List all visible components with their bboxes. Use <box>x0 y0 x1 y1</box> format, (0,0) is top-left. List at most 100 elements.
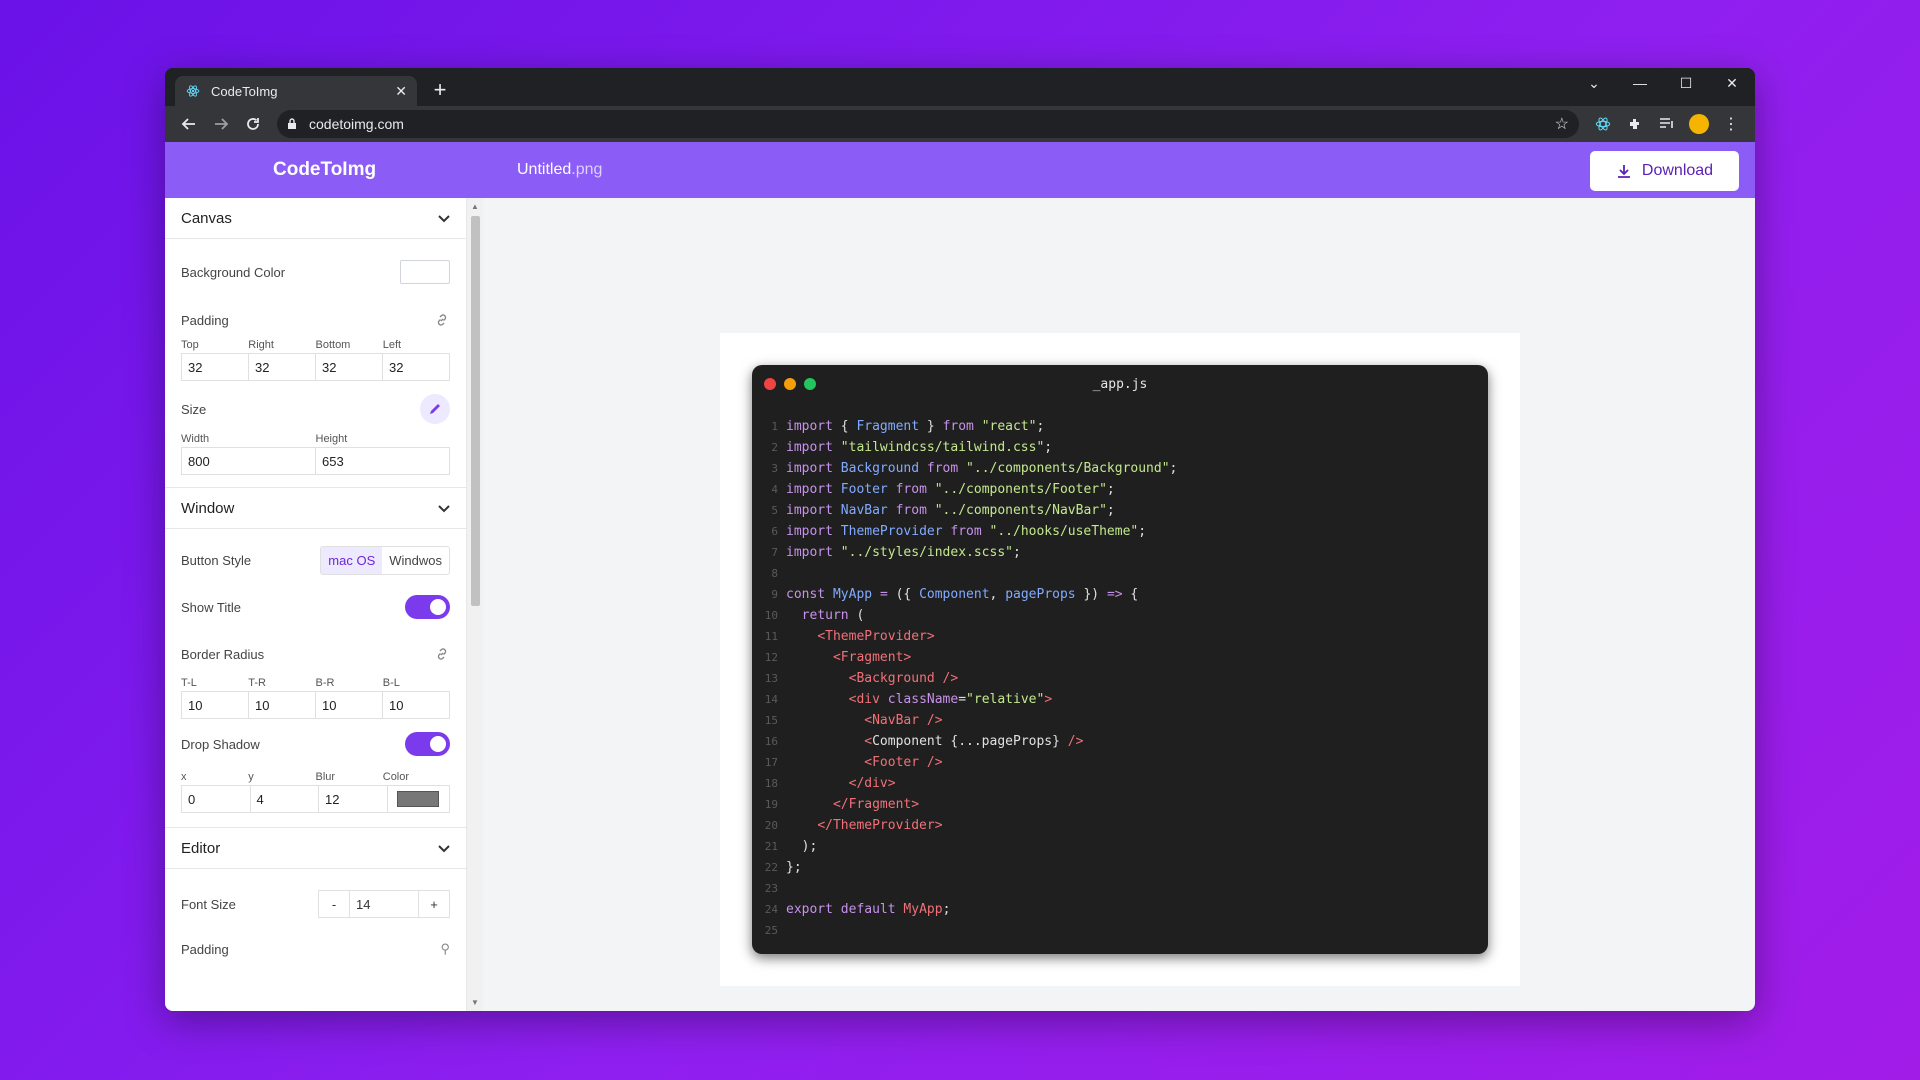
code-token: "../hooks/useTheme" <box>989 524 1139 539</box>
code-token: Component {...pageProps} <box>872 734 1068 749</box>
line-number: 6 <box>771 525 778 538</box>
profile-avatar[interactable] <box>1689 114 1709 134</box>
code-token: <Background /> <box>848 671 959 686</box>
radius-tl-input[interactable]: 10 <box>182 692 249 718</box>
width-input[interactable]: 800 <box>182 448 316 474</box>
code-line: 5 import NavBar from "../components/NavBa… <box>752 500 1177 521</box>
canvas-section-header[interactable]: Canvas <box>165 198 466 239</box>
code-token: => <box>1106 587 1123 602</box>
tab-search-icon[interactable]: ⌄ <box>1571 68 1617 98</box>
button-style-macos[interactable]: mac OS <box>321 546 383 574</box>
link-icon[interactable] <box>434 312 450 328</box>
code-token: MyApp <box>903 902 943 917</box>
code-line: 8 <box>752 563 1177 584</box>
code-line: 11 <ThemeProvider> <box>752 626 1177 647</box>
line-number: 18 <box>764 777 778 790</box>
react-devtools-icon[interactable] <box>1587 110 1619 138</box>
width-label: Width <box>181 433 210 445</box>
reload-icon[interactable] <box>237 110 269 138</box>
close-window-icon[interactable]: ✕ <box>1709 68 1755 98</box>
code-line: 19 </Fragment> <box>752 794 1177 815</box>
lock-icon <box>287 118 301 130</box>
padding-left-label: Left <box>382 339 402 351</box>
shadow-x-label: x <box>181 771 187 783</box>
code-line: 2 import "tailwindcss/tailwind.css"; <box>752 437 1177 458</box>
font-size-input[interactable]: 14 <box>349 891 419 917</box>
radius-br-input[interactable]: 10 <box>316 692 383 718</box>
line-number: 19 <box>764 798 778 811</box>
padding-inputs: 32 32 32 32 <box>181 353 450 381</box>
new-tab-icon[interactable]: + <box>427 77 453 103</box>
code-token: NavBar <box>840 503 888 518</box>
browser-tab[interactable]: CodeToImg ✕ <box>175 76 417 106</box>
padding-bottom-input[interactable]: 32 <box>316 354 383 380</box>
menu-dots-icon[interactable]: ⋮ <box>1715 110 1747 138</box>
code-line: 6 import ThemeProvider from "../hooks/use… <box>752 521 1177 542</box>
editor-section-header[interactable]: Editor <box>165 828 466 869</box>
font-size-decrement[interactable]: - <box>319 891 349 917</box>
font-size-increment[interactable]: + <box>419 891 449 917</box>
button-style-windows[interactable]: Windwos <box>382 547 449 574</box>
tab-title: CodeToImg <box>211 83 278 99</box>
line-number: 23 <box>764 882 778 895</box>
media-queue-icon[interactable] <box>1651 110 1683 138</box>
shadow-y-label: y <box>248 771 254 783</box>
bookmark-star-icon[interactable]: ☆ <box>1555 114 1569 134</box>
code-token: <div <box>848 692 888 707</box>
download-button[interactable]: Download <box>1590 151 1739 191</box>
radius-tr-input[interactable]: 10 <box>249 692 316 718</box>
filename[interactable]: Untitled.png <box>517 161 602 179</box>
code-line: 13 <Background /> <box>752 668 1177 689</box>
extensions-icon[interactable] <box>1619 110 1651 138</box>
minimize-icon[interactable]: — <box>1617 68 1663 98</box>
padding-left-input[interactable]: 32 <box>383 354 449 380</box>
code-line: 25 <box>752 920 1177 941</box>
show-title-toggle[interactable] <box>405 595 450 619</box>
app-header: CodeToImg Untitled.png Download <box>165 142 1755 198</box>
download-label: Download <box>1641 162 1714 179</box>
forward-icon[interactable] <box>205 110 237 138</box>
size-edit-button[interactable] <box>420 394 450 424</box>
height-input[interactable]: 653 <box>316 448 449 474</box>
code-token: <ThemeProvider> <box>817 629 935 644</box>
code-token: Footer <box>840 482 888 497</box>
padding-right-input[interactable]: 32 <box>249 354 316 380</box>
image-canvas: _app.js 1 import { Fragment } from "react… <box>720 333 1520 986</box>
editor-section-title: Editor <box>181 839 221 857</box>
bg-color-swatch[interactable] <box>400 260 450 284</box>
shadow-color-input[interactable] <box>388 786 450 812</box>
tab-close-icon[interactable]: ✕ <box>395 83 407 100</box>
address-bar[interactable]: codetoimg.com ☆ <box>277 110 1579 138</box>
padding-top-input[interactable]: 32 <box>182 354 249 380</box>
maximize-icon[interactable]: ☐ <box>1663 68 1709 98</box>
code-token: from <box>895 482 927 497</box>
code-token: import <box>786 545 833 560</box>
code-block[interactable]: 1 import { Fragment } from "react"; 2 impor… <box>752 416 1178 941</box>
sidebar-scrollbar[interactable]: ▲ ▼ <box>467 198 483 1011</box>
code-token: export <box>786 902 833 917</box>
scrollbar-thumb[interactable] <box>471 216 480 606</box>
chevron-down-icon <box>438 840 450 857</box>
back-icon[interactable] <box>173 110 205 138</box>
chevron-down-icon <box>438 210 450 227</box>
drop-shadow-toggle[interactable] <box>405 732 450 756</box>
pencil-icon <box>430 404 440 414</box>
react-favicon-icon <box>185 83 201 99</box>
shadow-blur-input[interactable]: 12 <box>319 786 388 812</box>
shadow-y-input[interactable]: 4 <box>251 786 319 812</box>
link-icon[interactable]: ⚲ <box>440 941 450 957</box>
code-line: 7 import "../styles/index.scss"; <box>752 542 1177 563</box>
shadow-x-input[interactable]: 0 <box>182 786 251 812</box>
code-token: from <box>950 524 982 539</box>
radius-bl-input[interactable]: 10 <box>383 692 449 718</box>
code-token: { <box>1122 587 1139 602</box>
window-section-header[interactable]: Window <box>165 488 466 529</box>
browser-window: CodeToImg ✕ + ⌄ — ☐ ✕ codetoimg.com ☆ ⋮ … <box>165 68 1755 1011</box>
link-icon[interactable] <box>434 646 450 662</box>
